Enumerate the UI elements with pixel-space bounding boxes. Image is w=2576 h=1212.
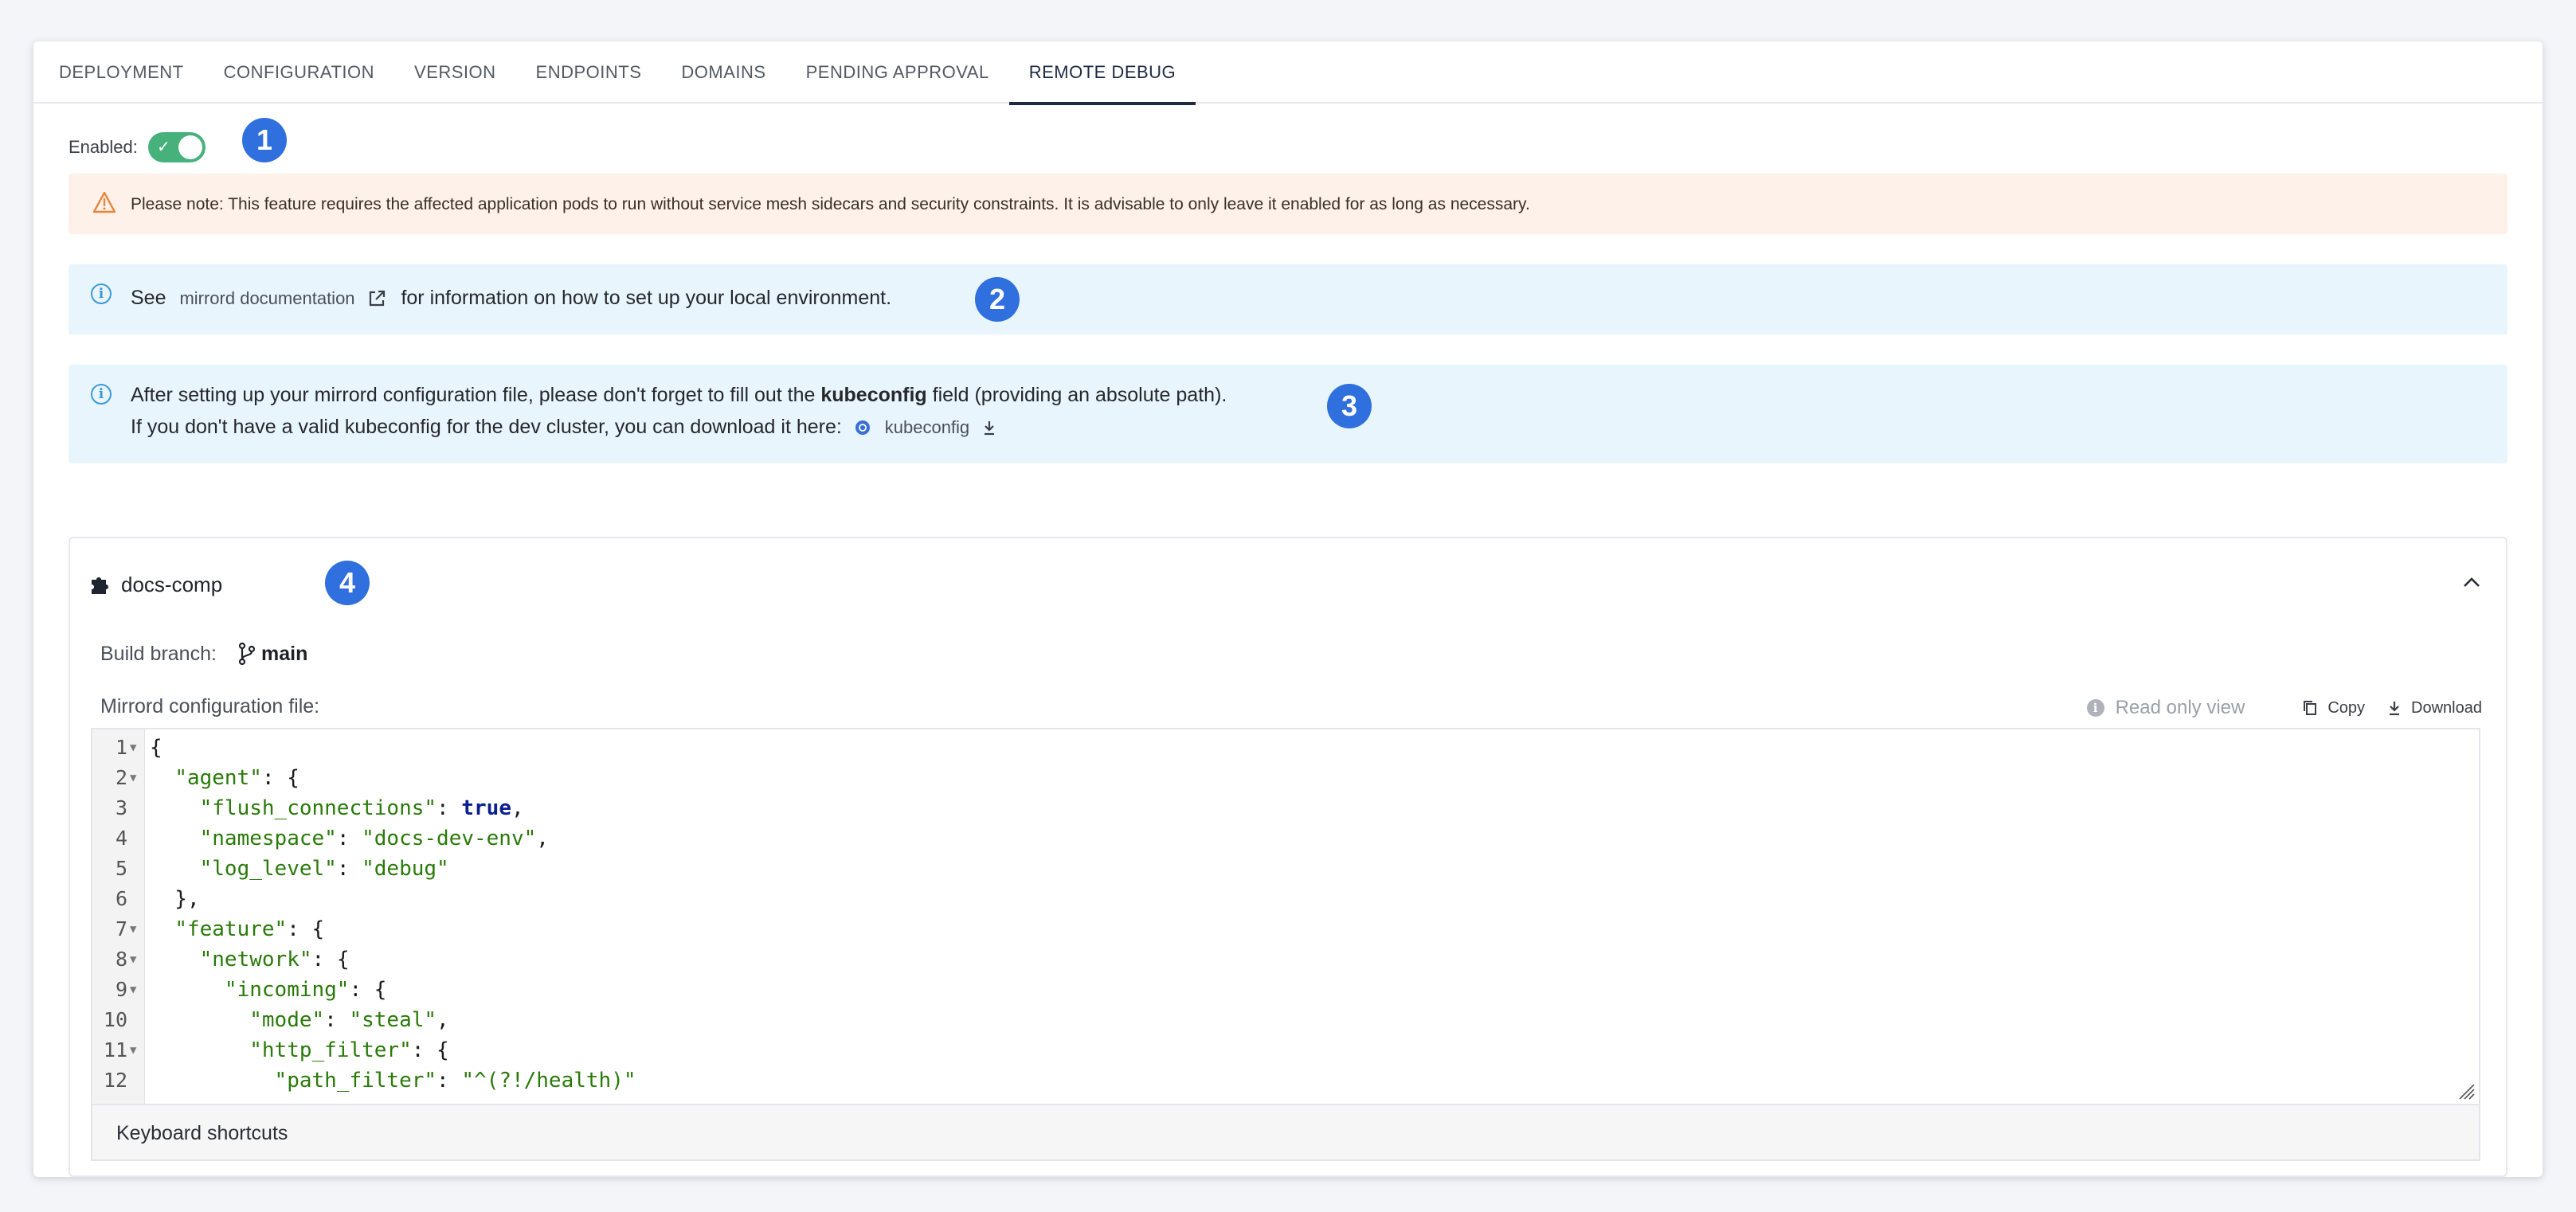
build-branch-label: Build branch: [100, 643, 217, 665]
callout-marker-2: 2 [975, 277, 1020, 322]
fold-arrow-icon[interactable]: ▼ [130, 733, 136, 763]
mirrord-config-label: Mirrord configuration file: [100, 695, 320, 717]
component-panel: docs-comp 4 Build branch: main Mirrord c… [69, 537, 2507, 1177]
copy-button[interactable]: Copy [2302, 699, 2365, 717]
download-icon[interactable] [981, 419, 997, 436]
code-line: 11 ▼ "http_filter": { [92, 1035, 2479, 1065]
copy-icon [2304, 701, 2317, 715]
documentation-info-text: See mirrord documentation for informatio… [131, 283, 891, 313]
tab-version[interactable]: VERSION [414, 41, 496, 104]
warning-text: Please note: This feature requires the a… [131, 195, 1530, 213]
kube-info-line2-prefix: If you don't have a valid kubeconfig for… [131, 416, 842, 438]
tab-deployment[interactable]: DEPLOYMENT [59, 41, 184, 104]
info-circle-icon: i [2086, 699, 2104, 717]
resize-handle-icon[interactable] [2457, 1081, 2476, 1101]
doc-info-suffix: for information on how to set up your lo… [401, 287, 892, 309]
callout-marker-3: 3 [1327, 384, 1372, 428]
documentation-info-box: i See mirrord documentation for informat… [69, 264, 2507, 334]
code-line: 12 "path_filter": "^(?!/health)" [103, 1069, 636, 1093]
kubeconfig-info-box: i After setting up your mirrord configur… [69, 365, 2507, 463]
kubeconfig-info-line2: If you don't have a valid kubeconfig for… [131, 412, 997, 442]
code-editor[interactable]: 1 ▼{ 2 ▼ "agent": { 3 "flush_connections":… [91, 728, 2480, 1105]
keyboard-shortcuts-bar[interactable]: Keyboard shortcuts [91, 1105, 2480, 1161]
enabled-label: Enabled: [69, 137, 138, 157]
puzzle-icon [92, 577, 108, 594]
fold-arrow-icon[interactable]: ▼ [130, 1035, 136, 1065]
code-line: 8 ▼ "network": { [92, 944, 2479, 975]
check-icon: ✓ [157, 139, 170, 156]
kubeconfig-info-line1: After setting up your mirrord configurat… [131, 381, 1227, 409]
download-button[interactable]: Download [2387, 699, 2482, 717]
toggle-knob [178, 135, 202, 159]
editor-toolbar: i Read only view Copy Download [2086, 694, 2482, 721]
tab-domains[interactable]: DOMAINS [681, 41, 765, 104]
kube-info-line1-prefix: After setting up your mirrord configurat… [131, 384, 816, 406]
kubeconfig-download-link[interactable]: kubeconfig [885, 417, 969, 437]
warning-banner: Please note: This feature requires the a… [69, 174, 2507, 234]
component-name: docs-comp [121, 573, 223, 596]
code-line: 3 "flush_connections": true, [115, 796, 524, 820]
external-link-icon[interactable] [367, 289, 386, 308]
chevron-up-icon[interactable] [2461, 575, 2482, 589]
tab-pending-approval[interactable]: PENDING APPROVAL [806, 41, 989, 104]
copy-label: Copy [2327, 698, 2366, 717]
fold-arrow-icon[interactable]: ▼ [130, 975, 136, 1005]
info-icon: i [91, 283, 112, 304]
code-line: 9 ▼ "incoming": { [92, 975, 2479, 1005]
code-line: 7 ▼ "feature": { [92, 914, 2479, 944]
code-line: 1 ▼{ [92, 733, 2479, 763]
enabled-toggle[interactable]: ✓ [148, 132, 206, 162]
keyboard-shortcuts-label[interactable]: Keyboard shortcuts [116, 1120, 288, 1147]
build-branch-value: main [261, 643, 308, 665]
info-icon: i [91, 384, 112, 405]
download-label: Download [2411, 698, 2482, 717]
doc-info-prefix: See [131, 287, 166, 309]
read-only-label: Read only view [2115, 697, 2245, 718]
code-line: 2 ▼ "agent": { [92, 763, 2479, 793]
mirrord-documentation-link[interactable]: mirrord documentation [179, 288, 354, 308]
tab-remote-debug[interactable]: REMOTE DEBUG [1008, 41, 1196, 105]
tab-endpoints[interactable]: ENDPOINTS [536, 41, 642, 104]
warning-triangle-icon [92, 191, 116, 213]
fold-arrow-icon[interactable]: ▼ [130, 944, 136, 975]
tab-bar: DEPLOYMENT CONFIGURATION VERSION ENDPOIN… [33, 41, 2543, 105]
code-line: 4 "namespace": "docs-dev-env", [115, 827, 549, 850]
fold-arrow-icon[interactable]: ▼ [130, 763, 136, 793]
remote-debug-card: DEPLOYMENT CONFIGURATION VERSION ENDPOIN… [33, 41, 2543, 1177]
code-line: 10 "mode": "steal", [103, 1008, 449, 1032]
tab-configuration[interactable]: CONFIGURATION [224, 41, 374, 104]
code-line: 5 "log_level": "debug" [115, 857, 449, 881]
kubernetes-icon [855, 420, 870, 436]
callout-marker-1: 1 [242, 118, 287, 162]
git-branch-icon [238, 642, 256, 666]
read-only-indicator: i Read only view [2086, 697, 2245, 719]
kubeconfig-bold: kubeconfig [820, 384, 927, 406]
code-line: 6 }, [115, 887, 200, 911]
fold-arrow-icon[interactable]: ▼ [130, 914, 136, 944]
callout-marker-4: 4 [325, 561, 370, 605]
download-icon [2390, 702, 2400, 716]
kube-info-line1-suffix: field (providing an absolute path). [932, 384, 1227, 406]
